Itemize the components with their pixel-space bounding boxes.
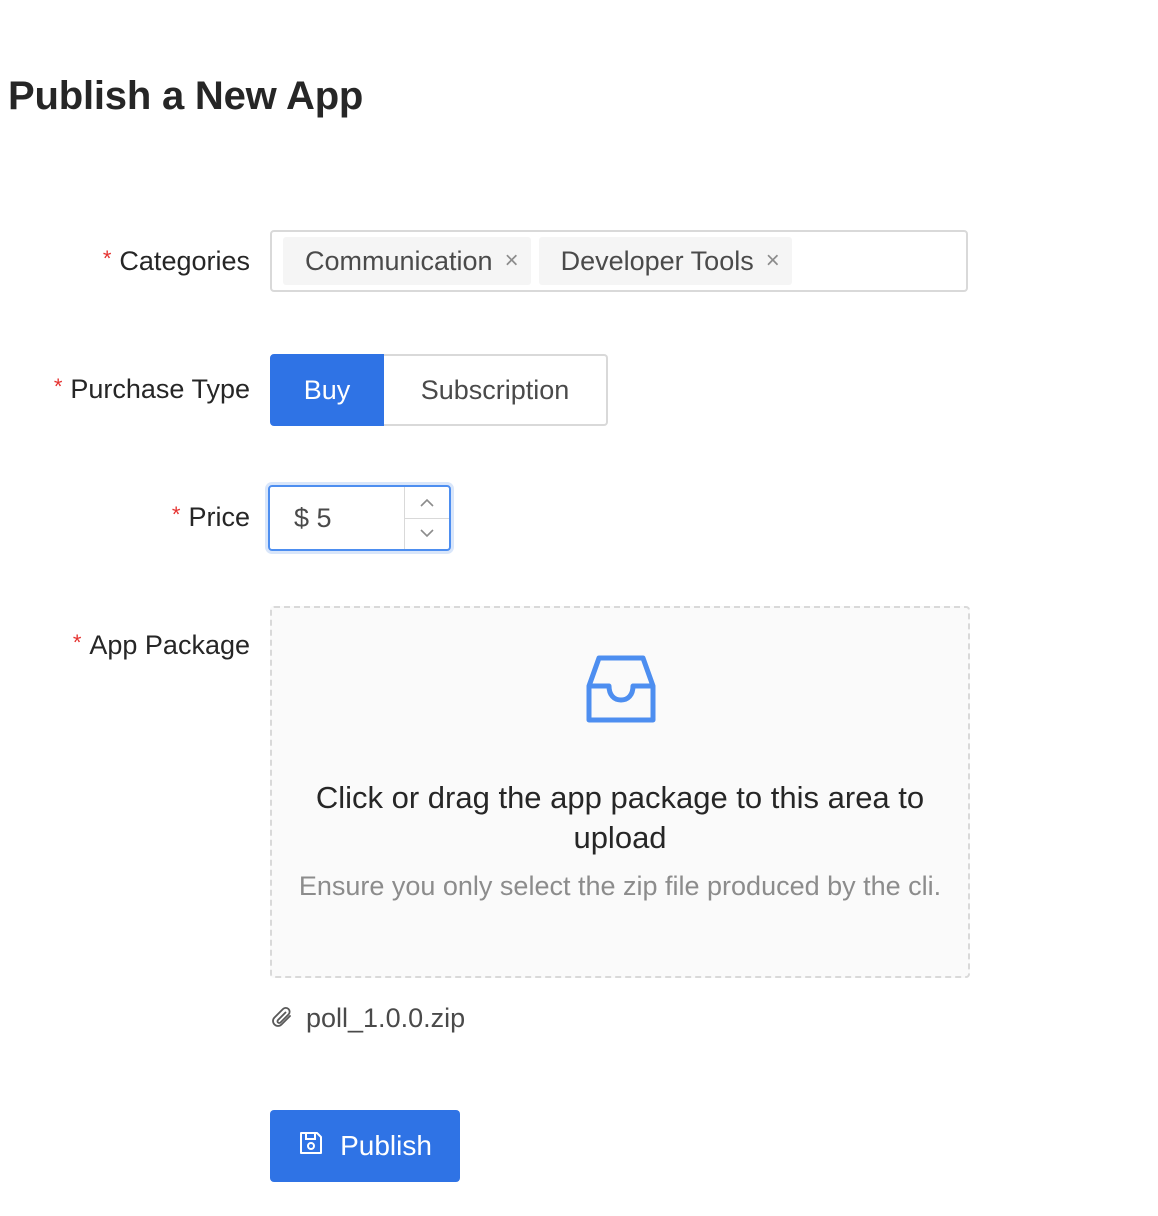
required-marker: *	[53, 374, 63, 399]
upload-dropzone[interactable]: Click or drag the app package to this ar…	[270, 606, 970, 978]
page-title: Publish a New App	[8, 74, 364, 118]
uploaded-file-name: poll_1.0.0.zip	[306, 1002, 466, 1033]
close-icon[interactable]: ×	[766, 247, 780, 275]
paperclip-icon	[270, 1005, 296, 1031]
category-tag: Communication ×	[283, 237, 531, 285]
purchase-type-toggle: Buy Subscription	[270, 354, 608, 426]
price-stepper	[404, 487, 449, 549]
category-tag: Developer Tools ×	[538, 237, 792, 285]
category-tag-label: Developer Tools	[560, 245, 754, 276]
price-input[interactable]: $ 5	[268, 485, 451, 551]
upload-hint: Ensure you only select the zip file prod…	[298, 871, 942, 901]
chevron-down-icon[interactable]	[405, 519, 449, 550]
uploaded-file-item[interactable]: poll_1.0.0.zip	[270, 998, 465, 1038]
publish-button-label: Publish	[340, 1130, 432, 1161]
required-marker: *	[102, 246, 112, 271]
price-value[interactable]: $ 5	[270, 487, 404, 549]
close-icon[interactable]: ×	[505, 247, 519, 275]
publish-button[interactable]: Publish	[270, 1110, 460, 1182]
inbox-icon	[585, 652, 657, 729]
save-icon	[298, 1130, 324, 1163]
purchase-type-buy-option[interactable]: Buy	[270, 354, 384, 426]
price-label: * Price	[171, 502, 250, 532]
category-tag-label: Communication	[305, 245, 493, 276]
categories-label: * Categories	[102, 246, 250, 276]
categories-select[interactable]: Communication × Developer Tools ×	[270, 230, 968, 292]
chevron-up-icon[interactable]	[405, 487, 449, 519]
app-package-label: * App Package	[72, 630, 250, 660]
purchase-type-subscription-option[interactable]: Subscription	[384, 354, 608, 426]
upload-instruction: Click or drag the app package to this ar…	[315, 780, 925, 855]
purchase-type-label: * Purchase Type	[53, 374, 250, 404]
required-marker: *	[171, 502, 181, 527]
required-marker: *	[72, 630, 82, 655]
